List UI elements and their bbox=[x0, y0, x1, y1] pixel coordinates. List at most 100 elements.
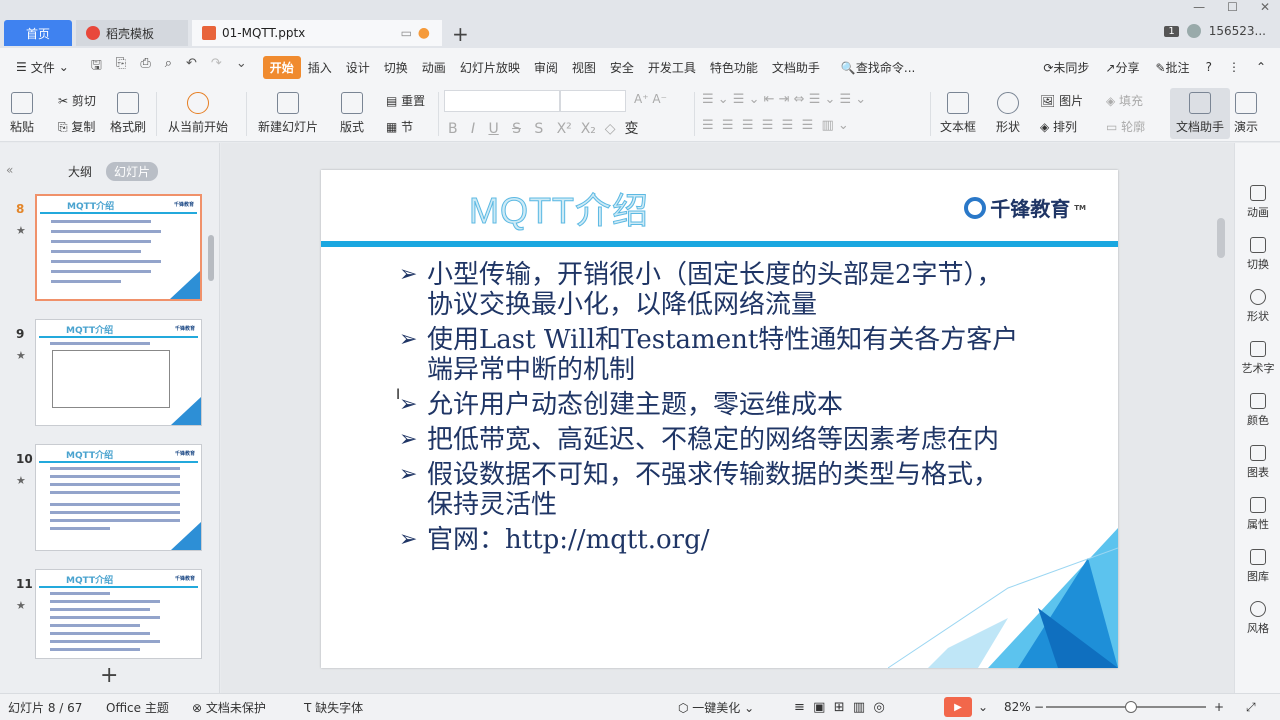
clear-format-icon[interactable]: ◇ bbox=[605, 121, 616, 137]
tool-shape[interactable]: 形状 bbox=[1235, 289, 1280, 324]
account-name[interactable]: 156523... bbox=[1209, 24, 1266, 38]
slide-thumbnail-row[interactable]: 8 ★ MQTT介绍 千锋教育 bbox=[0, 194, 210, 304]
redo-icon[interactable]: ↷ bbox=[211, 56, 222, 78]
zoom-slider-knob[interactable] bbox=[1124, 701, 1137, 713]
tab-view[interactable]: 视图 bbox=[565, 56, 603, 79]
tool-chart[interactable]: 图表 bbox=[1235, 445, 1280, 480]
shadow-icon[interactable]: S bbox=[534, 121, 543, 137]
tab-developer[interactable]: 开发工具 bbox=[641, 56, 703, 79]
slide-thumbnail-row[interactable]: 9 ★ MQTT介绍 千锋教育 bbox=[0, 319, 210, 429]
font-style-buttons[interactable]: B I U S S X² X₂ ◇ 变 bbox=[448, 118, 638, 138]
normal-view-icon[interactable]: ▣ bbox=[813, 700, 825, 715]
tab-insert[interactable]: 插入 bbox=[301, 56, 339, 79]
collapse-panel-icon[interactable]: « bbox=[6, 163, 13, 177]
copy-button[interactable]: ⎘ 复制 bbox=[58, 118, 95, 135]
tool-color[interactable]: 颜色 bbox=[1235, 393, 1280, 428]
presentation-button[interactable]: 演示 bbox=[1234, 92, 1258, 135]
undo-icon[interactable]: ↶ bbox=[186, 56, 197, 78]
layout-button[interactable]: 版式 bbox=[340, 92, 364, 135]
account-area[interactable]: 1 156523... bbox=[1164, 24, 1266, 38]
tab-slideshow[interactable]: 幻灯片放映 bbox=[453, 56, 527, 79]
zoom-slider[interactable] bbox=[1046, 701, 1206, 713]
canvas-scrollbar[interactable] bbox=[1217, 218, 1225, 258]
cut-button[interactable]: ✂ 剪切 bbox=[58, 92, 96, 109]
chevron-down-icon[interactable]: ⌄ bbox=[978, 700, 988, 714]
paragraph-list-buttons[interactable]: ☰ ⌄ ☰ ⌄ ⇤ ⇥ ⇔ ☰ ⌄ ☰ ⌄ bbox=[702, 92, 866, 107]
shape-button[interactable]: 形状 bbox=[996, 92, 1020, 135]
export-icon[interactable]: ⎘ bbox=[116, 56, 126, 78]
tool-wordart[interactable]: 艺术字 bbox=[1235, 341, 1280, 376]
zoom-level[interactable]: 82% bbox=[1004, 700, 1031, 714]
tab-review[interactable]: 审阅 bbox=[527, 56, 565, 79]
doc-assistant-button[interactable]: 文档助手 bbox=[1170, 88, 1231, 139]
italic-icon[interactable]: I bbox=[471, 121, 475, 137]
avatar[interactable] bbox=[1186, 24, 1201, 38]
textbox-button[interactable]: 文本框 bbox=[940, 92, 976, 135]
zoom-out-icon[interactable]: − bbox=[1034, 700, 1044, 714]
slide-thumbnail[interactable]: MQTT介绍 千锋教育 bbox=[35, 194, 202, 301]
new-slide-button[interactable]: 新建幻灯片 bbox=[258, 92, 318, 135]
section-button[interactable]: ▦ 节 bbox=[386, 118, 413, 135]
format-painter-button[interactable]: 格式刷 bbox=[110, 92, 146, 135]
save-icon[interactable]: 🖫 bbox=[91, 56, 102, 78]
font-family-select[interactable] bbox=[444, 90, 560, 112]
tab-home[interactable]: 首页 bbox=[4, 20, 72, 46]
zoom-in-icon[interactable]: + bbox=[1214, 700, 1224, 714]
phonetic-icon[interactable]: 变 bbox=[624, 121, 638, 137]
tab-features[interactable]: 特色功能 bbox=[703, 56, 765, 79]
thumbnail-scrollbar[interactable] bbox=[208, 235, 214, 281]
arrange-button[interactable]: ◈ 排列 bbox=[1040, 118, 1077, 135]
bold-icon[interactable]: B bbox=[448, 121, 458, 137]
tab-slides[interactable]: 幻灯片 bbox=[106, 162, 159, 181]
print-icon[interactable]: ⎙ bbox=[140, 56, 150, 78]
superscript-icon[interactable]: X² bbox=[557, 121, 572, 137]
presenter-view-icon[interactable]: ◎ bbox=[873, 700, 884, 715]
print-preview-icon[interactable]: ⌕ bbox=[165, 56, 172, 78]
sync-button[interactable]: ⟳未同步 bbox=[1043, 59, 1089, 76]
missing-font-status[interactable]: Ꚍ 缺失字体 bbox=[304, 699, 363, 716]
file-menu[interactable]: ☰ 文件 ⌄ bbox=[16, 59, 69, 76]
tool-style[interactable]: 风格 bbox=[1235, 601, 1280, 636]
more-icon[interactable]: ⋮ bbox=[1228, 60, 1240, 74]
outline-button[interactable]: ▭ 轮廓 bbox=[1106, 118, 1145, 135]
close-icon[interactable]: ✕ bbox=[1260, 0, 1270, 14]
font-grow-icon[interactable]: A⁺ A⁻ bbox=[634, 92, 667, 106]
tab-start[interactable]: 开始 bbox=[262, 55, 301, 79]
protect-status[interactable]: ⊗ 文档未保护 bbox=[192, 699, 266, 716]
beautify-button[interactable]: ⬡ 一键美化 ⌄ bbox=[678, 699, 754, 716]
paragraph-align-buttons[interactable]: ☰ ☰ ☰ ☰ ☰ ☰ ▥ ⌄ bbox=[702, 118, 849, 133]
tab-design[interactable]: 设计 bbox=[339, 56, 377, 79]
tool-gallery[interactable]: 图库 bbox=[1235, 549, 1280, 584]
tab-outline[interactable]: 大纲 bbox=[60, 162, 100, 181]
tab-doc-assistant[interactable]: 文档助手 bbox=[765, 56, 827, 79]
play-slideshow-button[interactable]: ▶ bbox=[944, 697, 972, 717]
underline-icon[interactable]: U bbox=[488, 121, 498, 137]
window-restore-icon[interactable]: ▭ bbox=[401, 26, 412, 40]
slide-thumbnail[interactable]: MQTT介绍 千锋教育 bbox=[35, 569, 202, 659]
add-slide-plus-icon[interactable]: + bbox=[100, 663, 118, 688]
help-icon[interactable]: ? bbox=[1206, 60, 1212, 74]
subscript-icon[interactable]: X₂ bbox=[581, 121, 596, 137]
fill-button[interactable]: ◈ 填充 bbox=[1106, 92, 1143, 109]
tool-transition[interactable]: 切换 bbox=[1235, 237, 1280, 272]
from-current-button[interactable]: 从当前开始 bbox=[168, 92, 228, 135]
strikethrough-icon[interactable]: S bbox=[512, 121, 521, 137]
tab-security[interactable]: 安全 bbox=[603, 56, 641, 79]
tab-transition[interactable]: 切换 bbox=[377, 56, 415, 79]
paste-button[interactable]: 粘贴 bbox=[10, 92, 34, 135]
slide-thumbnail-row[interactable]: 10 ★ MQTT介绍 千锋教育 bbox=[0, 444, 210, 554]
slide-thumbnail[interactable]: MQTT介绍 千锋教育 bbox=[35, 444, 202, 551]
picture-button[interactable]: 🖼 图片 bbox=[1040, 92, 1083, 109]
command-search[interactable]: 🔍查找命令... bbox=[841, 59, 915, 76]
theme-name[interactable]: Office 主题 bbox=[106, 699, 169, 716]
slide[interactable]: MQTT介绍 千锋教育 TM ➢ 小型传输，开销很小（固定长度的头部是2字节），协… bbox=[321, 170, 1118, 668]
slide-thumbnail[interactable]: MQTT介绍 千锋教育 bbox=[35, 319, 202, 426]
tool-animation[interactable]: 动画 bbox=[1235, 185, 1280, 220]
share-button[interactable]: ↗分享 bbox=[1105, 59, 1139, 76]
tab-animation[interactable]: 动画 bbox=[415, 56, 453, 79]
notes-icon[interactable]: ≡ bbox=[794, 700, 805, 715]
reset-button[interactable]: ▤ 重置 bbox=[386, 92, 425, 109]
tool-properties[interactable]: 属性 bbox=[1235, 497, 1280, 532]
tab-file[interactable]: 01-MQTT.pptx ▭ ● bbox=[192, 20, 442, 46]
tab-template[interactable]: 稻壳模板 bbox=[76, 20, 188, 46]
